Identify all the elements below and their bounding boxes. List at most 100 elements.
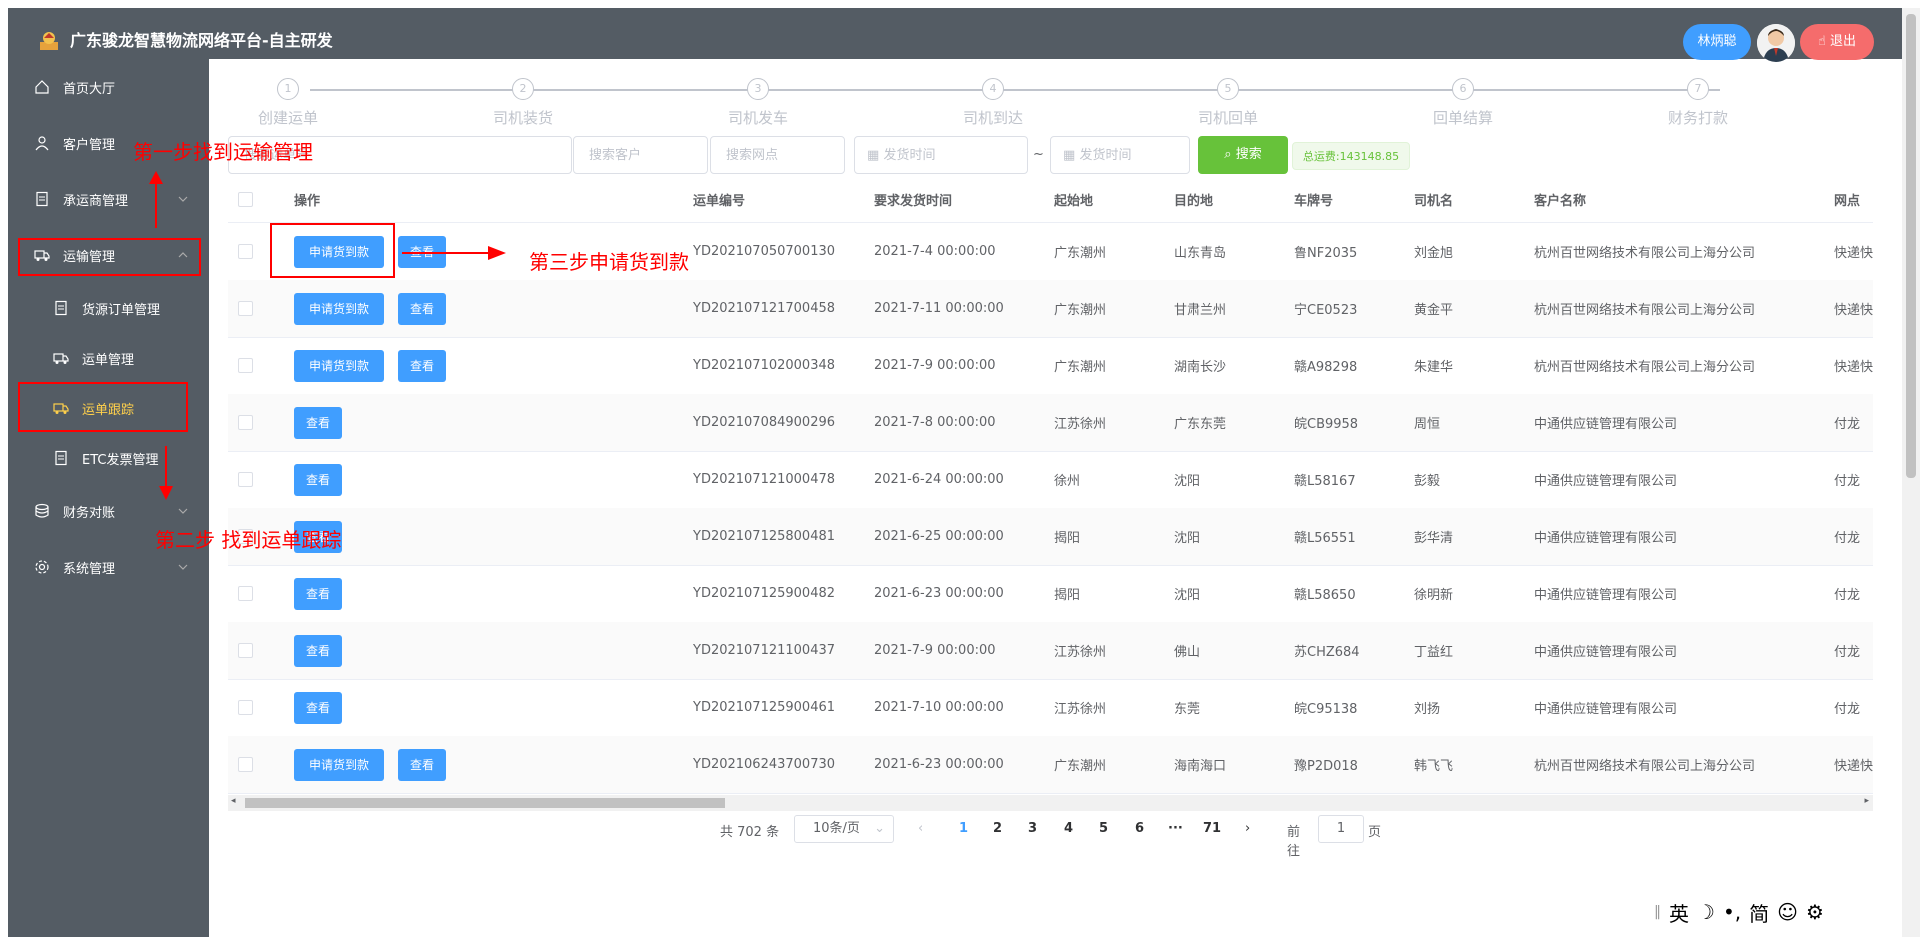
row-checkbox[interactable]: [238, 736, 253, 793]
cell-waybill: YD202107125800481: [693, 529, 836, 544]
cell-plate: 赣A98298: [1294, 360, 1358, 375]
ime-script-toggle[interactable]: 简: [1749, 898, 1769, 927]
annotation-step1: 第一步找到运输管理: [133, 140, 313, 164]
cell-time: 2021-6-23 00:00:00: [874, 586, 1004, 601]
view-button[interactable]: 查看: [294, 463, 343, 496]
scrollbar-thumb[interactable]: [1906, 14, 1916, 478]
page-number[interactable]: 71: [1203, 815, 1221, 843]
moon-icon[interactable]: ☽: [1697, 900, 1715, 924]
cell-driver: 朱建华: [1414, 360, 1454, 375]
cell-driver: 徐明新: [1414, 588, 1454, 603]
view-button[interactable]: 查看: [294, 577, 343, 610]
cell-plate: 皖CB9958: [1294, 417, 1359, 432]
cell-time: 2021-7-4 00:00:00: [874, 244, 996, 259]
apply-payment-button[interactable]: 申请货到款: [294, 748, 385, 781]
view-button[interactable]: 查看: [398, 292, 447, 325]
top-bar: 广东骏龙智慧物流网络平台-自主研发 林炳聪 ☝ 退出: [8, 8, 1904, 62]
step-number: 4: [982, 78, 1004, 100]
page-number[interactable]: 5: [1099, 815, 1108, 843]
sidebar-item-home[interactable]: 首页大厅: [8, 59, 209, 115]
row-actions: 查看: [294, 679, 356, 736]
row-checkbox[interactable]: [238, 280, 253, 337]
total-freight-badge: 总运费:143148.85: [1292, 142, 1410, 170]
row-checkbox[interactable]: [238, 451, 253, 508]
sidebar-item-label: 首页大厅: [63, 81, 116, 97]
row-checkbox[interactable]: [238, 394, 253, 451]
apply-payment-button[interactable]: 申请货到款: [294, 349, 385, 382]
view-button[interactable]: 查看: [398, 748, 447, 781]
gear-icon[interactable]: ⚙: [1806, 900, 1824, 924]
row-actions: 查看: [294, 565, 356, 622]
user-name-button[interactable]: 林炳聪: [1683, 24, 1751, 60]
cell-driver: 黄金平: [1414, 303, 1454, 318]
customer-search-input[interactable]: 搜索客户: [573, 136, 708, 174]
sidebar-subitem-waybills[interactable]: 运单管理: [8, 333, 209, 383]
date-range-separator: ~: [1033, 147, 1044, 162]
ime-language-toggle[interactable]: 英: [1669, 898, 1689, 927]
search-button[interactable]: ⌕ 搜索: [1198, 136, 1288, 174]
document-icon: [55, 450, 67, 466]
end-date-input[interactable]: ▦ 发货时间: [1050, 136, 1190, 174]
start-date-input[interactable]: ▦ 发货时间: [854, 136, 1028, 174]
sidebar-item-carriers[interactable]: 承运商管理: [8, 171, 209, 227]
ime-handle-icon[interactable]: ‖: [1654, 904, 1661, 920]
view-button[interactable]: 查看: [294, 691, 343, 724]
view-button[interactable]: 查看: [398, 349, 447, 382]
step-number: 5: [1217, 78, 1239, 100]
annotation-step2: 第二步 找到运单跟踪: [155, 528, 342, 552]
page-number[interactable]: 2: [993, 815, 1002, 843]
cell-to: 海南海口: [1174, 759, 1227, 774]
branch-search-input[interactable]: 搜索网点: [710, 136, 845, 174]
page-size-value: 10条/页: [813, 821, 860, 836]
goto-page-input[interactable]: 1: [1318, 815, 1364, 843]
cell-customer: 中通供应链管理有限公司: [1534, 417, 1678, 432]
cell-customer: 中通供应链管理有限公司: [1534, 531, 1678, 546]
ime-punctuation-toggle[interactable]: •,: [1723, 900, 1741, 924]
cell-customer: 中通供应链管理有限公司: [1534, 702, 1678, 717]
scroll-left-icon[interactable]: ◂: [231, 796, 236, 806]
page-number[interactable]: 3: [1028, 815, 1037, 843]
next-page-icon[interactable]: ›: [1245, 815, 1250, 843]
sidebar-subitem-label: ETC发票管理: [82, 452, 159, 468]
page-number[interactable]: 1: [959, 815, 968, 843]
cell-from: 揭阳: [1054, 588, 1081, 603]
prev-page-icon[interactable]: ‹: [918, 815, 923, 843]
cell-time: 2021-7-9 00:00:00: [874, 643, 996, 658]
view-button[interactable]: 查看: [294, 406, 343, 439]
gear-icon: [35, 560, 49, 574]
cell-time: 2021-7-8 00:00:00: [874, 415, 996, 430]
row-checkbox[interactable]: [238, 337, 253, 394]
row-checkbox[interactable]: [238, 679, 253, 736]
cell-waybill: YD202106243700730: [693, 757, 836, 772]
column-header: 起始地: [1054, 193, 1094, 209]
cell-to: 佛山: [1174, 645, 1201, 660]
page-size-select[interactable]: 10条/页 ⌄: [794, 815, 894, 843]
apply-payment-button[interactable]: 申请货到款: [294, 292, 385, 325]
row-actions: 申请货到款 查看: [294, 736, 460, 793]
horizontal-scrollbar[interactable]: ◂ ▸: [228, 795, 1873, 811]
scroll-right-icon[interactable]: ▸: [1864, 796, 1869, 806]
logout-button[interactable]: ☝ 退出: [1800, 24, 1874, 60]
cell-driver: 彭毅: [1414, 474, 1441, 489]
cell-from: 广东潮州: [1054, 246, 1107, 261]
avatar[interactable]: [1757, 24, 1795, 62]
step-5: 5 司机回单: [1168, 78, 1288, 128]
sidebar-subitem-cargo-orders[interactable]: 货源订单管理: [8, 283, 209, 333]
row-checkbox[interactable]: [238, 622, 253, 679]
ime-toolbar: ‖ 英 ☽ •, 简 ☺ ⚙: [1654, 897, 1824, 927]
select-all-checkbox[interactable]: [238, 176, 253, 222]
page-number[interactable]: 4: [1064, 815, 1073, 843]
page-ellipsis[interactable]: ···: [1168, 815, 1183, 843]
column-header: 车牌号: [1294, 193, 1334, 209]
row-checkbox[interactable]: [238, 223, 253, 280]
cell-plate: 鲁NF2035: [1294, 246, 1358, 261]
cell-customer: 杭州百世网络技术有限公司上海分公司: [1534, 246, 1756, 261]
view-button[interactable]: 查看: [294, 634, 343, 667]
vertical-scrollbar[interactable]: [1902, 8, 1920, 937]
row-checkbox[interactable]: [238, 565, 253, 622]
sidebar-subitem-etc-invoices[interactable]: ETC发票管理: [8, 433, 209, 483]
page-number[interactable]: 6: [1135, 815, 1144, 843]
highlight-tracking-menu: [18, 382, 188, 432]
scrollbar-thumb[interactable]: [245, 798, 725, 808]
emoji-icon[interactable]: ☺: [1777, 900, 1798, 924]
